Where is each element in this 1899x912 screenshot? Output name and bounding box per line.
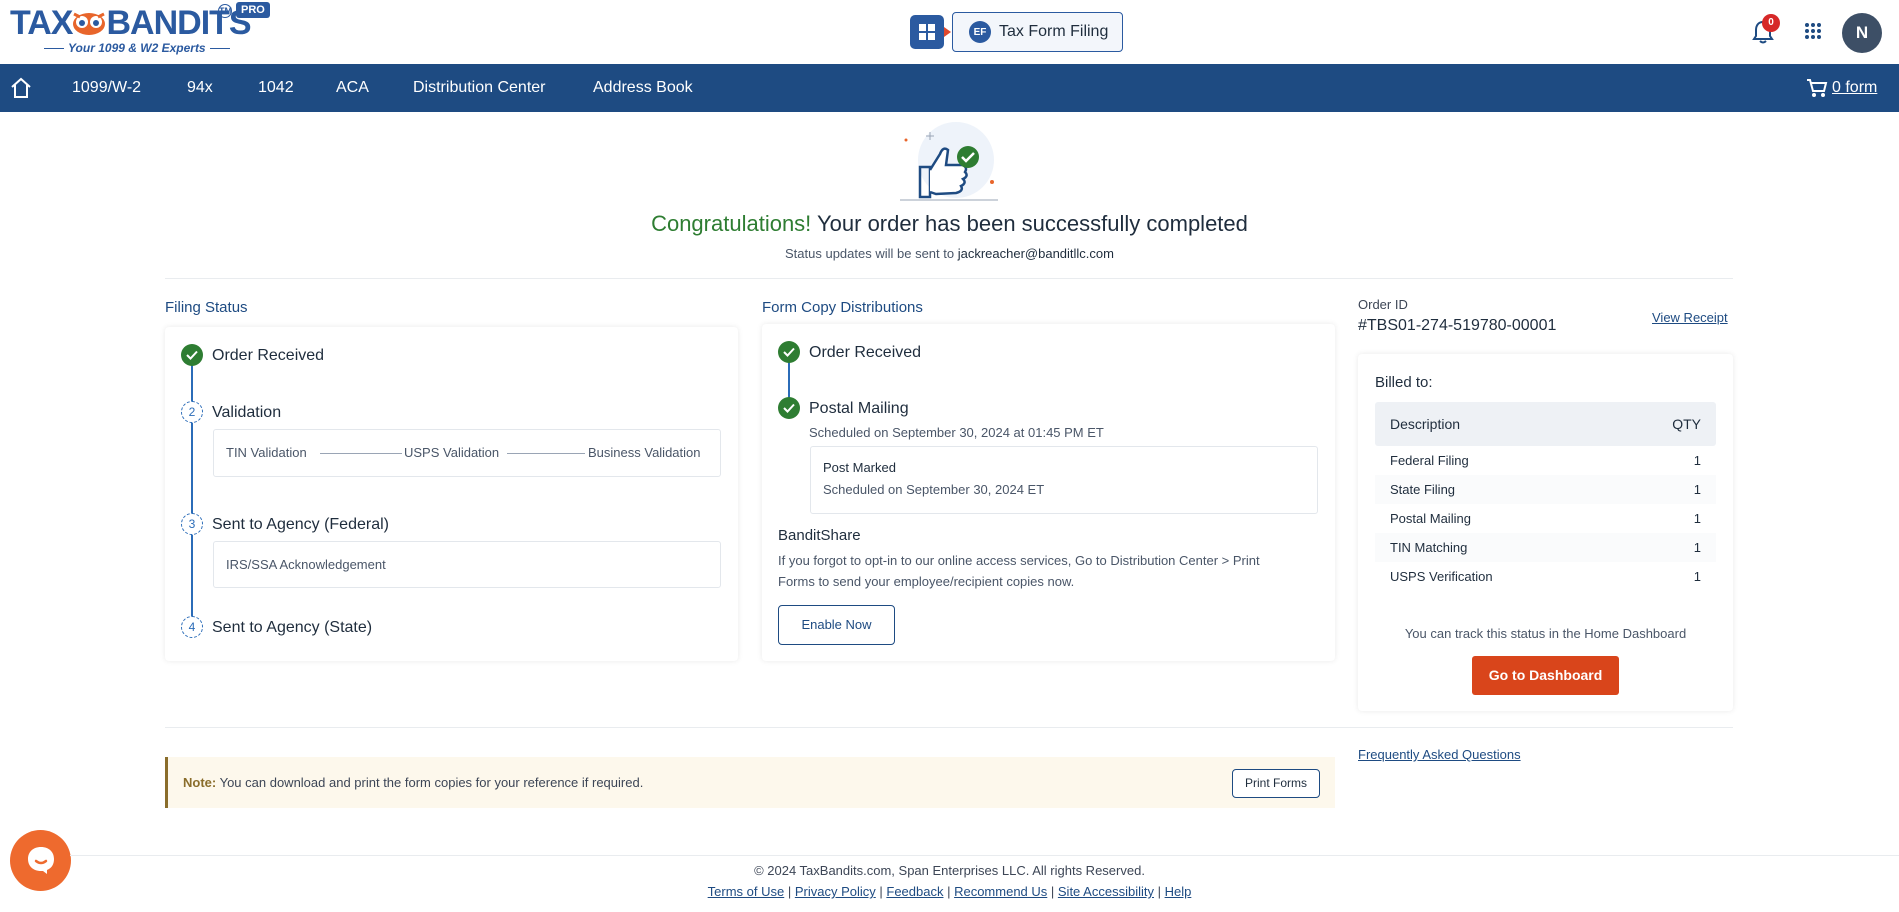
nav-item-94x[interactable]: 94x bbox=[187, 64, 213, 112]
table-row: Postal Mailing 1 bbox=[1390, 511, 1701, 526]
billing-table-header: Description QTY bbox=[1375, 402, 1716, 446]
nav-item-1099-w2[interactable]: 1099/W-2 bbox=[72, 64, 141, 112]
cart-count-link[interactable]: 0 form bbox=[1832, 64, 1877, 112]
billed-to-label: Billed to: bbox=[1375, 374, 1433, 391]
owl-icon bbox=[73, 12, 106, 35]
step-order-received: Order Received bbox=[212, 347, 325, 364]
federal-ack-box: IRS/SSA Acknowledgement bbox=[213, 541, 721, 588]
usps-validation: USPS Validation bbox=[404, 445, 500, 460]
note-text: Note: You can download and print the for… bbox=[183, 775, 644, 790]
step-4-number: 4 bbox=[181, 616, 203, 638]
print-forms-button[interactable]: Print Forms bbox=[1232, 769, 1320, 798]
step-3-number: 3 bbox=[181, 513, 203, 535]
thumbs-up-success-icon bbox=[900, 122, 998, 201]
table-row: State Filing 1 bbox=[1375, 475, 1716, 504]
banditshare-text-1: If you forgot to opt-in to our online ac… bbox=[778, 553, 1260, 568]
tin-validation: TIN Validation bbox=[226, 445, 307, 460]
irs-ssa-acknowledgement: IRS/SSA Acknowledgement bbox=[226, 557, 386, 572]
nav-item-address-book[interactable]: Address Book bbox=[593, 64, 693, 112]
order-received-check-icon bbox=[778, 341, 800, 363]
user-avatar[interactable]: N bbox=[1842, 13, 1882, 53]
banditshare-text-2: Forms to send your employee/recipient co… bbox=[778, 574, 1075, 589]
site-accessibility-link[interactable]: Site Accessibility bbox=[1058, 884, 1154, 899]
note-banner: Note: You can download and print the for… bbox=[165, 757, 1335, 808]
home-icon[interactable] bbox=[10, 77, 32, 99]
footer-divider bbox=[70, 855, 1899, 856]
chat-widget-button[interactable] bbox=[10, 830, 71, 891]
order-id-label: Order ID bbox=[1358, 297, 1408, 312]
recommend-us-link[interactable]: Recommend Us bbox=[954, 884, 1047, 899]
col-description: Description bbox=[1390, 416, 1461, 432]
logo-tagline: Your 1099 & W2 Experts bbox=[40, 41, 234, 55]
post-marked-scheduled: Scheduled on September 30, 2024 ET bbox=[823, 482, 1045, 497]
step-validation: Validation bbox=[212, 404, 282, 421]
tax-form-icon: EF bbox=[969, 21, 991, 43]
post-marked-label: Post Marked bbox=[823, 460, 896, 475]
order-id-value: #TBS01-274-519780-00001 bbox=[1358, 317, 1557, 334]
postal-mailing-check-icon bbox=[778, 397, 800, 419]
footer-copyright: © 2024 TaxBandits.com, Span Enterprises … bbox=[754, 863, 1145, 878]
help-link[interactable]: Help bbox=[1165, 884, 1192, 899]
nav-item-distribution-center[interactable]: Distribution Center bbox=[413, 64, 546, 112]
post-marked-box: Post Marked Scheduled on September 30, 2… bbox=[810, 446, 1318, 514]
table-row: USPS Verification 1 bbox=[1390, 569, 1701, 584]
postal-scheduled-text: Scheduled on September 30, 2024 at 01:45… bbox=[809, 425, 1104, 440]
logo-wordmark: TAX BANDITS bbox=[10, 4, 252, 42]
billing-table: Description QTY Federal Filing 1 State Fi… bbox=[1375, 402, 1716, 591]
success-headline: Congratulations! Your order has been suc… bbox=[651, 211, 1248, 236]
nav-item-1042[interactable]: 1042 bbox=[258, 64, 294, 112]
enable-now-button[interactable]: Enable Now bbox=[778, 605, 895, 645]
apps-icon bbox=[919, 24, 935, 40]
filing-status-title: Filing Status bbox=[165, 299, 248, 316]
dist-postal-mailing: Postal Mailing bbox=[809, 400, 909, 417]
trademark-mark: TM bbox=[218, 4, 232, 18]
step-sent-state: Sent to Agency (State) bbox=[212, 619, 373, 636]
validation-box: TIN Validation USPS Validation Business … bbox=[213, 429, 721, 477]
step-sent-federal: Sent to Agency (Federal) bbox=[212, 516, 389, 533]
view-receipt-link[interactable]: View Receipt bbox=[1652, 310, 1728, 325]
banditshare-title: BanditShare bbox=[778, 527, 861, 544]
tax-form-filing-label: Tax Form Filing bbox=[999, 23, 1109, 40]
nav-item-aca[interactable]: ACA bbox=[336, 64, 369, 112]
app-switcher-button[interactable] bbox=[910, 15, 951, 49]
connector-line bbox=[507, 453, 585, 454]
track-status-text: You can track this status in the Home Da… bbox=[1404, 626, 1687, 641]
filing-status-card: Order Received 2 Validation TIN Validati… bbox=[165, 327, 738, 661]
col-qty: QTY bbox=[1672, 416, 1701, 432]
faq-link[interactable]: Frequently Asked Questions bbox=[1358, 747, 1521, 762]
status-email: jackreacher@banditllc.com bbox=[957, 246, 1114, 261]
cart-icon[interactable] bbox=[1806, 78, 1828, 98]
step-1-check-icon bbox=[181, 344, 203, 366]
top-bar: TAX BANDITS Your 1099 & W2 Experts TM PRO… bbox=[0, 0, 1899, 64]
go-to-dashboard-button[interactable]: Go to Dashboard bbox=[1472, 656, 1619, 695]
table-row: TIN Matching 1 bbox=[1375, 533, 1716, 562]
privacy-policy-link[interactable]: Privacy Policy bbox=[795, 884, 876, 899]
table-row: Federal Filing 1 bbox=[1390, 453, 1701, 468]
main-nav: 1099/W-2 94x 1042 ACA Distribution Cente… bbox=[0, 64, 1899, 112]
distribution-card: Order Received Postal Mailing Scheduled … bbox=[762, 324, 1335, 661]
tax-form-filing-button[interactable]: EF Tax Form Filing bbox=[952, 12, 1123, 52]
dist-order-received: Order Received bbox=[809, 344, 922, 361]
pro-badge: PRO bbox=[236, 2, 270, 18]
terms-of-use-link[interactable]: Terms of Use bbox=[708, 884, 785, 899]
notification-badge: 0 bbox=[1762, 14, 1780, 32]
step-2-number: 2 bbox=[181, 401, 203, 423]
status-update-note: Status updates will be sent to jackreach… bbox=[785, 246, 1114, 261]
footer-links: Terms of Use | Privacy Policy | Feedback… bbox=[707, 884, 1192, 899]
grid-menu-icon[interactable] bbox=[1804, 22, 1822, 40]
connector-line bbox=[320, 453, 402, 454]
business-validation: Business Validation bbox=[588, 445, 701, 460]
divider bbox=[165, 278, 1733, 279]
distribution-title: Form Copy Distributions bbox=[762, 299, 923, 316]
feedback-link[interactable]: Feedback bbox=[886, 884, 943, 899]
divider bbox=[165, 727, 1733, 728]
